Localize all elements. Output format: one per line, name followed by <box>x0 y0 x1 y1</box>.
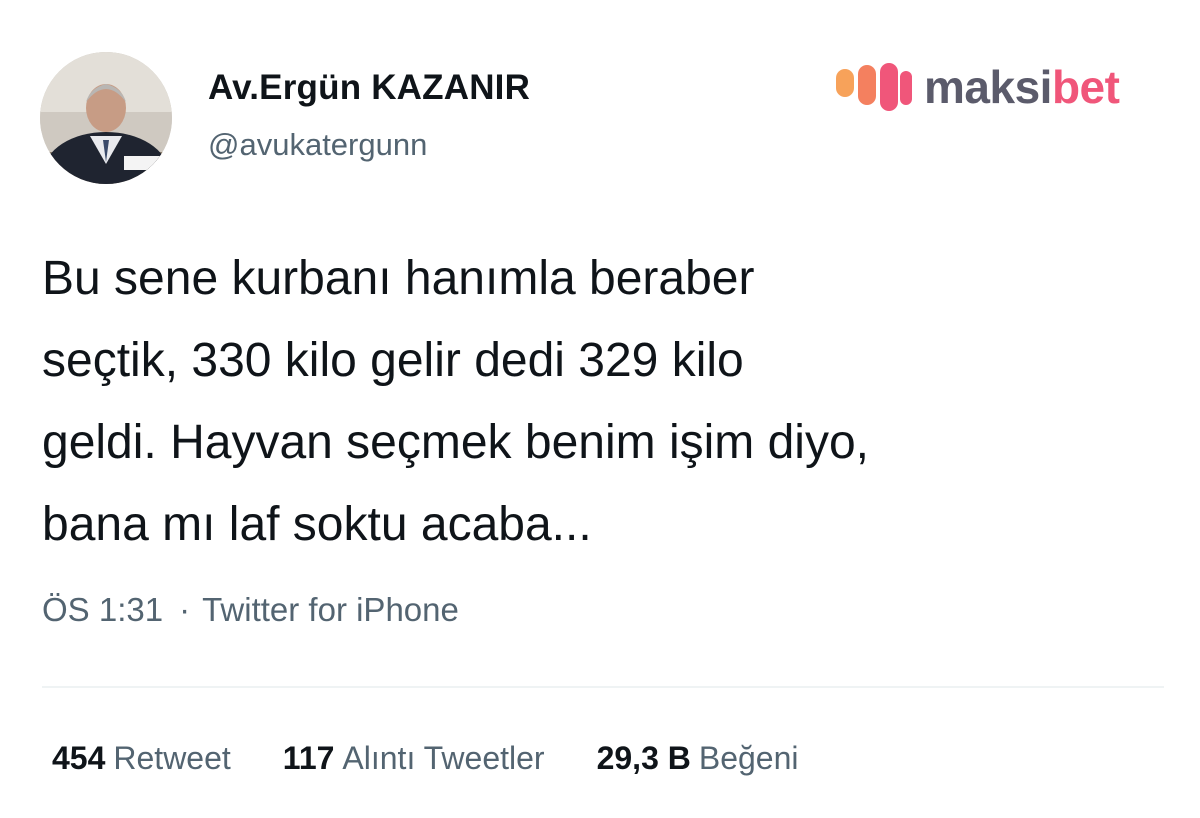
author-name[interactable]: Av.Ergün KAZANIR <box>208 68 530 108</box>
tweet-text: Bu sene kurbanı hanımla beraber seçtik, … <box>42 238 1162 566</box>
author-handle[interactable]: @avukatergunn <box>208 127 427 163</box>
tweet-timestamp[interactable]: ÖS 1:31 <box>42 591 163 628</box>
stat-label: Retweet <box>113 740 231 776</box>
like-count[interactable]: 29,3 B Beğeni <box>597 740 799 777</box>
tweet-line: Bu sene kurbanı hanımla beraber <box>42 252 755 305</box>
brand-prefix: maksi <box>924 61 1052 113</box>
tweet-source[interactable]: Twitter for iPhone <box>202 591 459 628</box>
brand-watermark: maksibet <box>836 56 1120 118</box>
stat-count: 29,3 B <box>596 740 691 776</box>
quote-tweet-count[interactable]: 117 Alıntı Tweetler <box>283 740 545 777</box>
tweet-line: bana mı laf soktu acaba... <box>42 498 592 551</box>
retweet-count[interactable]: 454 Retweet <box>52 740 231 777</box>
brand-name: maksibet <box>924 61 1120 113</box>
stat-count: 454 <box>52 740 106 776</box>
avatar[interactable] <box>40 52 172 184</box>
meta-separator: · <box>179 591 191 628</box>
tweet-stats: 454 Retweet 117 Alıntı Tweetler 29,3 B Beğe… <box>52 740 851 777</box>
profile-photo-icon <box>40 52 172 184</box>
tweet-line: seçtik, 330 kilo gelir dedi 329 kilo <box>42 334 744 387</box>
tweet-line: geldi. Hayvan seçmek benim işim diyo, <box>42 416 869 469</box>
stat-label: Beğeni <box>698 740 799 776</box>
tweet-meta: ÖS 1:31 · Twitter for iPhone <box>42 591 459 629</box>
maksibet-logo-icon <box>836 63 912 111</box>
stat-count: 117 <box>282 740 335 776</box>
divider <box>42 686 1164 688</box>
stat-label: Alıntı Tweetler <box>342 740 545 776</box>
brand-suffix: bet <box>1051 61 1120 113</box>
